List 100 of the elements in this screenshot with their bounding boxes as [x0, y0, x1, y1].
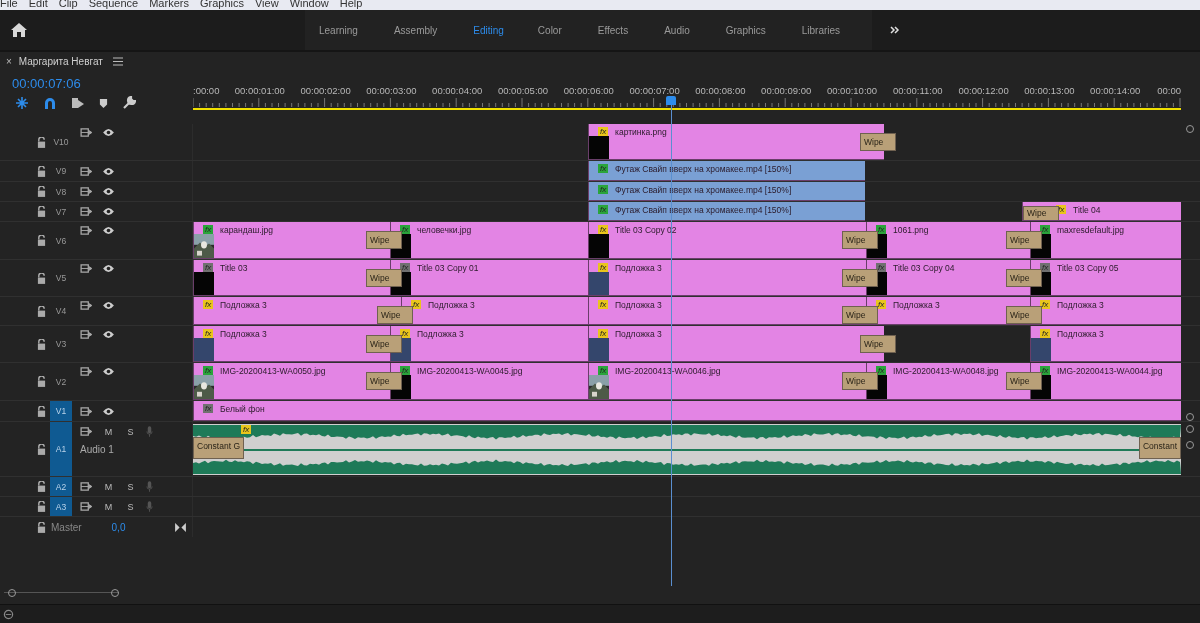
workspace-tab[interactable]: Audio: [664, 24, 690, 36]
playhead-timecode[interactable]: 00:00:07:06: [12, 76, 193, 92]
eye-icon[interactable]: [102, 207, 115, 216]
sync-lock-icon[interactable]: [80, 128, 93, 137]
timeline-clip[interactable]: fx Title 03 Copy 01: [390, 260, 588, 296]
track-target[interactable]: A1: [50, 422, 72, 476]
track-target[interactable]: V1: [50, 401, 72, 421]
sync-lock-icon[interactable]: [80, 187, 93, 196]
eye-icon[interactable]: [102, 406, 115, 416]
lock-icon[interactable]: [37, 165, 46, 177]
lock-icon[interactable]: [37, 501, 46, 512]
workspace-tab[interactable]: Libraries: [801, 24, 841, 36]
transition-block[interactable]: Wipe: [366, 335, 402, 353]
timeline-clip[interactable]: fx Белый фон: [193, 401, 1181, 421]
sync-lock-icon[interactable]: [80, 502, 93, 511]
transition-block[interactable]: Wipe: [1006, 231, 1042, 249]
workspace-tab[interactable]: Color: [537, 24, 562, 36]
lock-icon[interactable]: [37, 272, 46, 284]
lock-icon[interactable]: [37, 443, 46, 455]
eye-icon[interactable]: [102, 128, 115, 137]
eye-icon[interactable]: [102, 187, 115, 196]
wrench-icon[interactable]: [122, 96, 136, 110]
solo-button[interactable]: S: [124, 481, 137, 492]
timeline-clip[interactable]: fx IMG-20200413-WA0045.jpg: [390, 363, 588, 400]
workspace-tab[interactable]: Learning: [319, 24, 358, 36]
transition-block[interactable]: Wipe: [842, 231, 878, 249]
solo-button[interactable]: S: [124, 501, 137, 512]
marker-icon[interactable]: [99, 97, 108, 109]
track-target[interactable]: V5: [50, 260, 72, 296]
timeline-clip[interactable]: fx Подложка 3: [1030, 297, 1181, 325]
transition-block[interactable]: Wipe: [366, 231, 402, 249]
track-target[interactable]: V6: [50, 222, 72, 259]
timeline-clip[interactable]: fx Title 03 Copy 05: [1030, 260, 1181, 296]
menu-icon[interactable]: [112, 56, 123, 66]
timeline-clip[interactable]: fx Футаж Свайп вверх на хромакее.mp4 [150%]: [588, 202, 865, 221]
sync-lock-icon[interactable]: [80, 482, 93, 491]
eye-icon[interactable]: [102, 166, 115, 176]
sync-lock-icon[interactable]: [80, 301, 93, 310]
transition-block[interactable]: Wipe: [860, 335, 896, 353]
timeline-clip[interactable]: fx IMG-20200413-WA0044.jpg: [1030, 363, 1181, 400]
track-target[interactable]: V4: [50, 297, 72, 325]
timeline-clip[interactable]: fx Футаж Свайп вверх на хромакее.mp4 [150%]: [588, 161, 865, 181]
track-target[interactable]: V7: [50, 202, 72, 221]
sync-lock-icon[interactable]: [80, 166, 93, 176]
home-icon[interactable]: [11, 23, 27, 37]
menu-item[interactable]: Help: [339, 0, 363, 9]
timeline-clip[interactable]: fx Подложка 3: [401, 297, 588, 325]
lock-icon[interactable]: [37, 235, 46, 246]
eye-icon[interactable]: [102, 301, 115, 310]
sync-lock-icon[interactable]: [80, 330, 93, 339]
linked-selection-icon[interactable]: [71, 96, 85, 110]
lock-icon[interactable]: [37, 186, 46, 197]
lock-icon[interactable]: [37, 376, 46, 387]
timeline-clip[interactable]: fx человечки.jpg: [390, 222, 588, 259]
transition-block[interactable]: Constant: [1138, 437, 1181, 459]
transition-block[interactable]: Wipe: [1006, 269, 1042, 287]
transition-block[interactable]: Wipe: [1006, 372, 1042, 390]
transition-block[interactable]: Wipe: [860, 133, 896, 151]
transition-block[interactable]: Wipe: [842, 372, 878, 390]
sync-lock-icon[interactable]: [80, 406, 93, 416]
transition-block[interactable]: Wipe: [366, 269, 402, 287]
transition-block[interactable]: Wipe: [842, 269, 878, 287]
transition-block[interactable]: Constant G: [193, 437, 244, 459]
transition-block[interactable]: Wipe: [1023, 206, 1059, 220]
track-target[interactable]: A3: [50, 497, 72, 516]
mute-button[interactable]: M: [102, 501, 115, 512]
lock-icon[interactable]: [37, 305, 46, 317]
menu-item[interactable]: Clip: [58, 0, 78, 9]
solo-button[interactable]: S: [124, 426, 137, 437]
magnet-icon[interactable]: [43, 96, 57, 110]
track-target[interactable]: V2: [50, 363, 72, 400]
collapse-icon[interactable]: [175, 522, 186, 532]
workspace-tab[interactable]: Editing: [473, 24, 504, 36]
track-target[interactable]: A2: [50, 477, 72, 496]
menu-item[interactable]: Sequence: [88, 0, 139, 9]
workspace-tab[interactable]: Assembly: [393, 24, 438, 36]
sync-lock-icon[interactable]: [80, 367, 93, 376]
eye-icon[interactable]: [102, 330, 115, 339]
eye-icon[interactable]: [102, 226, 115, 235]
mute-button[interactable]: M: [102, 426, 115, 437]
overflow-icon[interactable]: [890, 26, 900, 34]
menu-item[interactable]: Graphics: [199, 0, 244, 9]
transition-block[interactable]: Wipe: [1006, 306, 1042, 324]
lock-icon[interactable]: [37, 338, 46, 350]
mute-button[interactable]: M: [102, 481, 115, 492]
timeline-clip[interactable]: fx maxresdefault.jpg: [1030, 222, 1181, 259]
sync-lock-icon[interactable]: [80, 207, 93, 216]
track-target[interactable]: V10: [50, 124, 72, 160]
eye-icon[interactable]: [102, 264, 115, 273]
menu-item[interactable]: Window: [289, 0, 329, 9]
sequence-tab[interactable]: Маргарита Невгат: [18, 55, 103, 67]
transition-block[interactable]: Wipe: [377, 306, 413, 324]
lock-icon[interactable]: [37, 405, 46, 417]
lock-icon[interactable]: [37, 206, 46, 217]
master-volume-value[interactable]: 0,0: [111, 521, 126, 533]
menu-item[interactable]: Markers: [149, 0, 189, 9]
timeline-clip[interactable]: fx Подложка 3: [390, 326, 588, 362]
transition-block[interactable]: Wipe: [366, 372, 402, 390]
sync-lock-icon[interactable]: [80, 226, 93, 235]
timeline-clip[interactable]: fx Подложка 3: [1030, 326, 1181, 362]
